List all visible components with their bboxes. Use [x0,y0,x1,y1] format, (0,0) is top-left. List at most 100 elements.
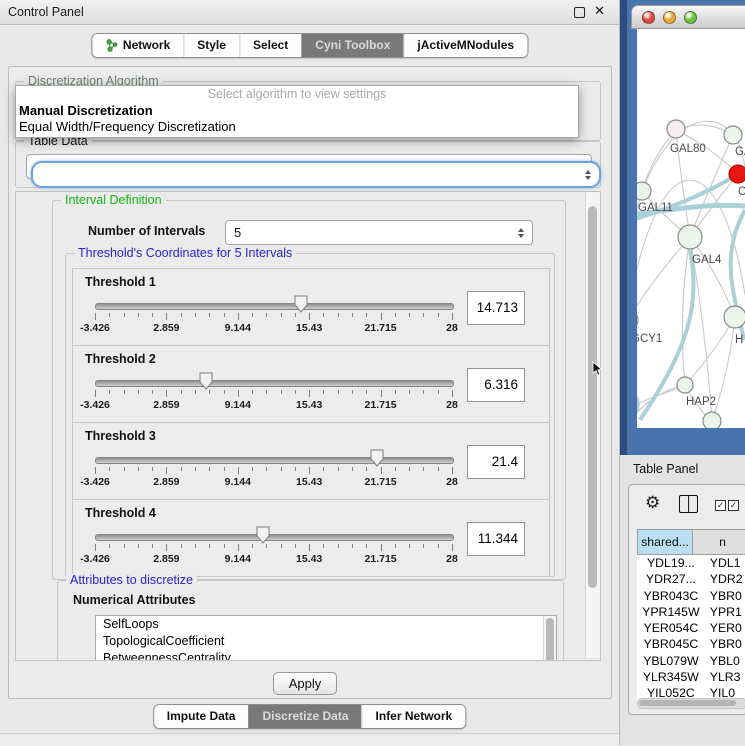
slider-thumb-icon[interactable] [294,295,308,313]
attribute-list-item[interactable]: TopologicalCoefficient [96,633,556,650]
threshold-slider[interactable] [95,534,454,541]
number-of-intervals-select[interactable]: 5 [225,220,533,245]
tab-infer-network[interactable]: Infer Network [362,705,466,728]
attribute-list-item[interactable]: BetweennessCentrality [96,650,556,661]
network-edge[interactable] [685,317,735,385]
cell-name[interactable]: YPR1 [705,604,745,620]
threshold-slider[interactable] [95,380,454,387]
tab-discretize-data[interactable]: Discretize Data [248,705,361,728]
network-edge-thick[interactable] [637,174,738,224]
cell-shared-name[interactable]: YDL19... [637,555,705,571]
scale-label: 2.859 [153,399,179,411]
threshold-value-field[interactable]: 6.316 [467,368,525,402]
cell-name[interactable]: YDR2 [705,571,745,587]
attribute-list-item[interactable]: SelfLoops [96,616,556,633]
list-scrollbar[interactable] [543,616,556,661]
node-attribute-table[interactable]: shared... n YDL19...YDL1YDR27...YDR2YBR0… [637,529,745,705]
minimize-light-icon[interactable] [663,11,676,24]
network-node[interactable] [724,126,742,144]
table-row[interactable]: YBR043CYBR0 [637,588,745,604]
network-node[interactable] [678,225,702,249]
node-label: H [735,334,743,346]
table-row[interactable]: YLR345WYLR3 [637,669,745,685]
dropdown-option-manual-discretization[interactable]: Manual Discretization [16,103,578,119]
cell-name[interactable]: YDL1 [705,555,745,571]
close-light-icon[interactable] [642,11,655,24]
scale-label: 15.43 [296,553,322,565]
scale-label: 21.715 [365,476,397,488]
cell-name[interactable]: YBR0 [705,636,745,652]
cell-name[interactable]: YBR0 [705,588,745,604]
network-node[interactable] [724,306,745,328]
network-edge[interactable] [642,130,676,191]
threshold-value-field[interactable]: 14.713 [467,291,525,325]
cell-name[interactable]: YBL0 [705,653,745,669]
cell-name[interactable]: YLR3 [705,669,745,685]
table-row[interactable]: YER054CYER0 [637,620,745,636]
cell-name[interactable]: YER0 [705,620,745,636]
network-window-titlebar[interactable] [631,5,745,29]
slider-thumb-icon[interactable] [199,372,213,390]
tab-cyni-toolbox[interactable]: Cyni Toolbox [301,34,403,57]
slider-thumb-icon[interactable] [370,449,384,467]
threshold-slider[interactable] [95,457,454,464]
network-edge-thick[interactable] [637,386,638,428]
slider-thumb-icon[interactable] [256,526,270,544]
float-window-icon[interactable] [574,7,585,18]
settings-scrollbar[interactable] [585,192,600,658]
slider-ticks [95,544,452,552]
apply-button[interactable]: Apply [273,672,337,695]
numerical-attributes-list[interactable]: SelfLoopsTopologicalCoefficientBetweenne… [95,615,557,661]
checkbox-icon[interactable]: ✓ [728,500,739,511]
close-icon[interactable]: ✕ [594,3,605,19]
table-row[interactable]: YDR27...YDR2 [637,571,745,587]
tab-impute-data[interactable]: Impute Data [154,705,249,728]
cell-shared-name[interactable]: YBR043C [637,588,705,604]
dropdown-option-equal-width-frequency[interactable]: Equal Width/Frequency Discretization [16,119,578,135]
threshold-slider[interactable] [95,303,454,310]
column-header-shared-name[interactable]: shared... [637,529,693,555]
table-row[interactable]: YPR145WYPR1 [637,604,745,620]
cell-shared-name[interactable]: YER054C [637,620,705,636]
cell-shared-name[interactable]: YDR27... [637,571,705,587]
network-edge[interactable] [682,237,690,385]
scale-label: 21.715 [365,399,397,411]
network-node[interactable] [703,412,721,428]
network-node[interactable] [677,377,693,393]
split-columns-icon[interactable] [679,495,698,513]
algorithm-select[interactable] [31,161,601,188]
scale-label: 21.715 [365,553,397,565]
tab-jactivemnodules[interactable]: jActiveMNodules [403,34,527,57]
column-header-name[interactable]: n [693,529,745,555]
network-node[interactable] [637,310,638,330]
table-row[interactable]: YBL079WYBL0 [637,653,745,669]
gear-icon[interactable]: ⚙ [645,493,660,513]
threshold-value-field[interactable]: 11.344 [467,522,525,556]
network-edge[interactable] [637,237,690,320]
slider-scale: -3.4262.8599.14415.4321.71528 [95,476,452,488]
threshold-value: 14.713 [477,292,518,324]
tab-network[interactable]: Network [92,34,183,57]
network-node[interactable] [729,165,745,183]
network-canvas[interactable]: GAL80GACGAL11GAL4GCY1HHAP2 [637,29,745,428]
network-node[interactable] [667,120,685,138]
table-row[interactable]: YDL19...YDL1 [637,555,745,571]
tab-label: Network [123,34,170,57]
network-node[interactable] [637,182,651,200]
zoom-light-icon[interactable] [684,11,697,24]
network-edge[interactable] [637,385,685,428]
tab-style[interactable]: Style [183,34,239,57]
tab-select[interactable]: Select [239,34,301,57]
checkbox-icon[interactable]: ✓ [715,500,726,511]
mouse-cursor [592,361,603,377]
number-of-intervals-label: Number of Intervals [88,224,205,238]
group-title: Threshold's Coordinates for 5 Intervals [74,246,296,260]
table-row[interactable]: YBR045CYBR0 [637,636,745,652]
cell-shared-name[interactable]: YBL079W [637,653,705,669]
scale-label: 9.144 [225,399,251,411]
cell-shared-name[interactable]: YBR045C [637,636,705,652]
threshold-value-field[interactable]: 21.4 [467,445,525,479]
cell-shared-name[interactable]: YPR145W [637,604,705,620]
cell-shared-name[interactable]: YLR345W [637,669,705,685]
table-horizontal-scrollbar[interactable] [637,698,745,709]
